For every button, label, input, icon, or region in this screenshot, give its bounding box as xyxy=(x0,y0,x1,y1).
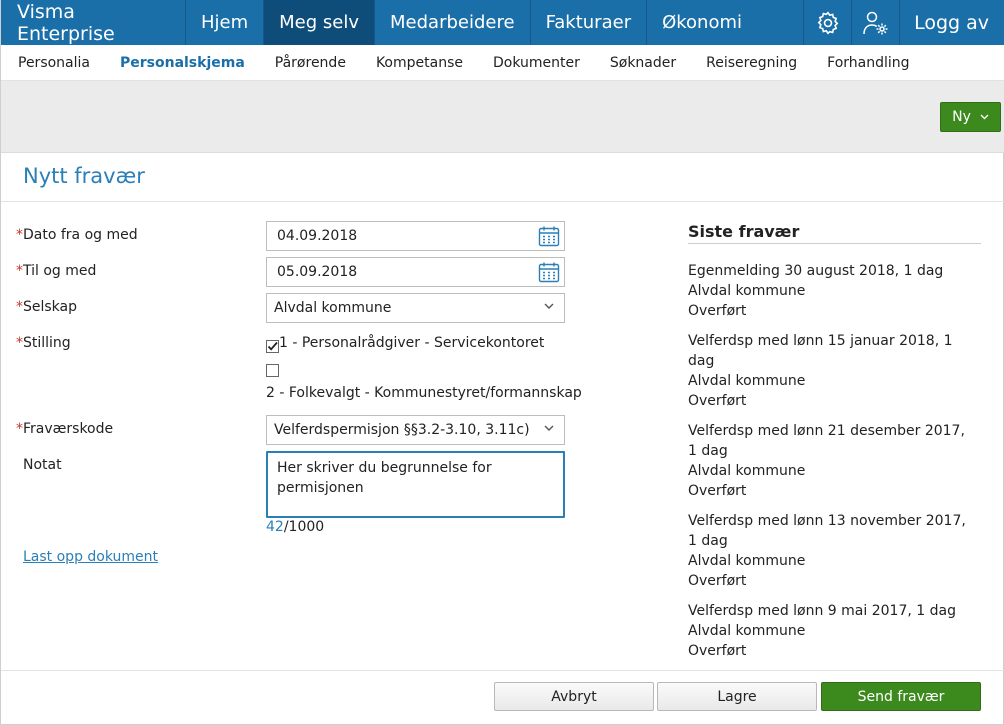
absence-company: Alvdal kommune xyxy=(688,283,806,299)
required-marker: * xyxy=(16,335,23,351)
company-label-text: Selskap xyxy=(23,299,78,315)
date-to-label-text: Til og med xyxy=(23,263,97,279)
absence-status: Overført xyxy=(688,483,747,499)
topnav-item-meg-selv[interactable]: Meg selv xyxy=(263,0,375,45)
list-item: Egenmelding 30 august 2018, 1 dag Alvdal… xyxy=(688,261,973,321)
new-button-label: Ny xyxy=(952,109,971,125)
submit-absence-button[interactable]: Send fravær xyxy=(821,682,981,711)
position-2-checkbox[interactable] xyxy=(266,364,279,377)
date-to-value: 05.09.2018 xyxy=(277,264,358,280)
position-label-text: Stilling xyxy=(23,335,71,351)
chevron-down-icon xyxy=(544,425,554,431)
recent-absences-list: Egenmelding 30 august 2018, 1 dag Alvdal… xyxy=(688,261,973,671)
absence-description: Velferdsp med lønn 21 desember 2017, 1 d… xyxy=(688,423,965,459)
subnav-item-reiseregning[interactable]: Reiseregning xyxy=(706,55,797,71)
brand-logo[interactable]: Visma Enterprise xyxy=(1,0,185,45)
calendar-icon[interactable] xyxy=(538,261,560,283)
sub-navigation: Personalia Personalskjema Pårørende Komp… xyxy=(1,45,1004,81)
page-title: Nytt fravær xyxy=(23,164,145,188)
position-label: *Stilling xyxy=(16,335,71,351)
required-marker: * xyxy=(16,227,23,243)
absence-status: Overført xyxy=(688,573,747,589)
absence-description: Velferdsp med lønn 15 januar 2018, 1 dag xyxy=(688,333,953,369)
char-count: 42 xyxy=(266,519,284,535)
list-item: Velferdsp med lønn 15 januar 2018, 1 dag… xyxy=(688,331,973,411)
absence-description: Velferdsp med lønn 13 november 2017, 1 d… xyxy=(688,513,966,549)
absence-company: Alvdal kommune xyxy=(688,623,806,639)
list-item: Velferdsp med lønn 21 desember 2017, 1 d… xyxy=(688,421,973,501)
topnav-item-okonomi[interactable]: Økonomi xyxy=(646,0,757,45)
topnav-spacer xyxy=(757,0,803,45)
user-settings-icon xyxy=(862,11,888,34)
required-marker: * xyxy=(16,263,23,279)
save-button[interactable]: Lagre xyxy=(657,682,817,711)
absence-code-label: *Fraværskode xyxy=(16,421,113,437)
divider xyxy=(1,201,1004,202)
calendar-icon[interactable] xyxy=(538,225,560,247)
note-label: Notat xyxy=(23,457,62,473)
absence-company: Alvdal kommune xyxy=(688,463,806,479)
position-2-label[interactable]: 2 - Folkevalgt - Kommunestyret/formannsk… xyxy=(266,385,582,401)
top-navigation: Visma Enterprise Hjem Meg selv Medarbeid… xyxy=(1,0,1004,45)
subnav-item-personalskjema[interactable]: Personalskjema xyxy=(120,55,245,71)
topnav-item-medarbeidere[interactable]: Medarbeidere xyxy=(374,0,530,45)
absence-description: Velferdsp med lønn 9 mai 2017, 1 dag xyxy=(688,603,956,619)
list-item: Velferdsp med lønn 9 mai 2017, 1 dag Alv… xyxy=(688,601,973,661)
date-from-input[interactable]: 04.09.2018 xyxy=(266,221,565,251)
absence-company: Alvdal kommune xyxy=(688,553,806,569)
user-settings-button[interactable] xyxy=(851,0,899,45)
note-textarea[interactable]: Her skriver du begrunnelse for permisjon… xyxy=(266,451,565,518)
absence-status: Overført xyxy=(688,303,747,319)
toolbar: Ny xyxy=(1,81,1004,153)
date-to-input[interactable]: 05.09.2018 xyxy=(266,257,565,287)
list-item: Velferdsp med lønn 13 november 2017, 1 d… xyxy=(688,511,973,591)
gear-icon xyxy=(817,10,838,35)
subnav-item-soknader[interactable]: Søknader xyxy=(610,55,676,71)
cancel-button[interactable]: Avbryt xyxy=(494,682,654,711)
date-to-label: *Til og med xyxy=(16,263,96,279)
subnav-item-kompetanse[interactable]: Kompetanse xyxy=(376,55,463,71)
char-max: /1000 xyxy=(283,519,325,535)
topnav-item-fakturaer[interactable]: Fakturaer xyxy=(529,0,647,45)
checkmark-icon xyxy=(267,341,278,351)
position-1-label[interactable]: 1 - Personalrådgiver - Servicekontoret xyxy=(279,335,544,351)
subnav-item-personalia[interactable]: Personalia xyxy=(18,55,90,71)
position-1-checkbox[interactable] xyxy=(266,340,279,353)
divider xyxy=(688,243,981,244)
chevron-down-icon xyxy=(544,303,554,309)
chevron-down-icon xyxy=(980,114,989,120)
app-window: Visma Enterprise Hjem Meg selv Medarbeid… xyxy=(0,0,1004,725)
divider xyxy=(1,670,1004,671)
topnav-item-hjem[interactable]: Hjem xyxy=(185,0,263,45)
logout-button[interactable]: Logg av xyxy=(899,0,1004,45)
char-counter: 42/1000 xyxy=(266,519,324,535)
absence-code-value: Velferdspermisjon §§3.2-3.10, 3.11c) xyxy=(274,422,530,438)
date-from-label-text: Dato fra og med xyxy=(23,227,138,243)
subnav-item-forhandling[interactable]: Forhandling xyxy=(827,55,909,71)
subnav-item-dokumenter[interactable]: Dokumenter xyxy=(493,55,580,71)
company-select[interactable]: Alvdal kommune xyxy=(266,293,565,323)
absence-status: Overført xyxy=(688,393,747,409)
absence-code-select[interactable]: Velferdspermisjon §§3.2-3.10, 3.11c) xyxy=(266,415,565,445)
required-marker: * xyxy=(16,299,23,315)
absence-code-label-text: Fraværskode xyxy=(23,421,114,437)
company-label: *Selskap xyxy=(16,299,77,315)
new-dropdown-button[interactable]: Ny xyxy=(940,102,1001,132)
absence-description: Egenmelding 30 august 2018, 1 dag xyxy=(688,263,944,279)
upload-document-link[interactable]: Last opp dokument xyxy=(23,549,158,565)
date-from-value: 04.09.2018 xyxy=(277,228,358,244)
settings-button[interactable] xyxy=(803,0,851,45)
absence-company: Alvdal kommune xyxy=(688,373,806,389)
recent-absences-title: Siste fravær xyxy=(688,222,800,241)
date-from-label: *Dato fra og med xyxy=(16,227,138,243)
absence-status: Overført xyxy=(688,643,747,659)
company-value: Alvdal kommune xyxy=(274,300,392,316)
subnav-item-parorende[interactable]: Pårørende xyxy=(275,55,346,71)
required-marker: * xyxy=(16,421,23,437)
